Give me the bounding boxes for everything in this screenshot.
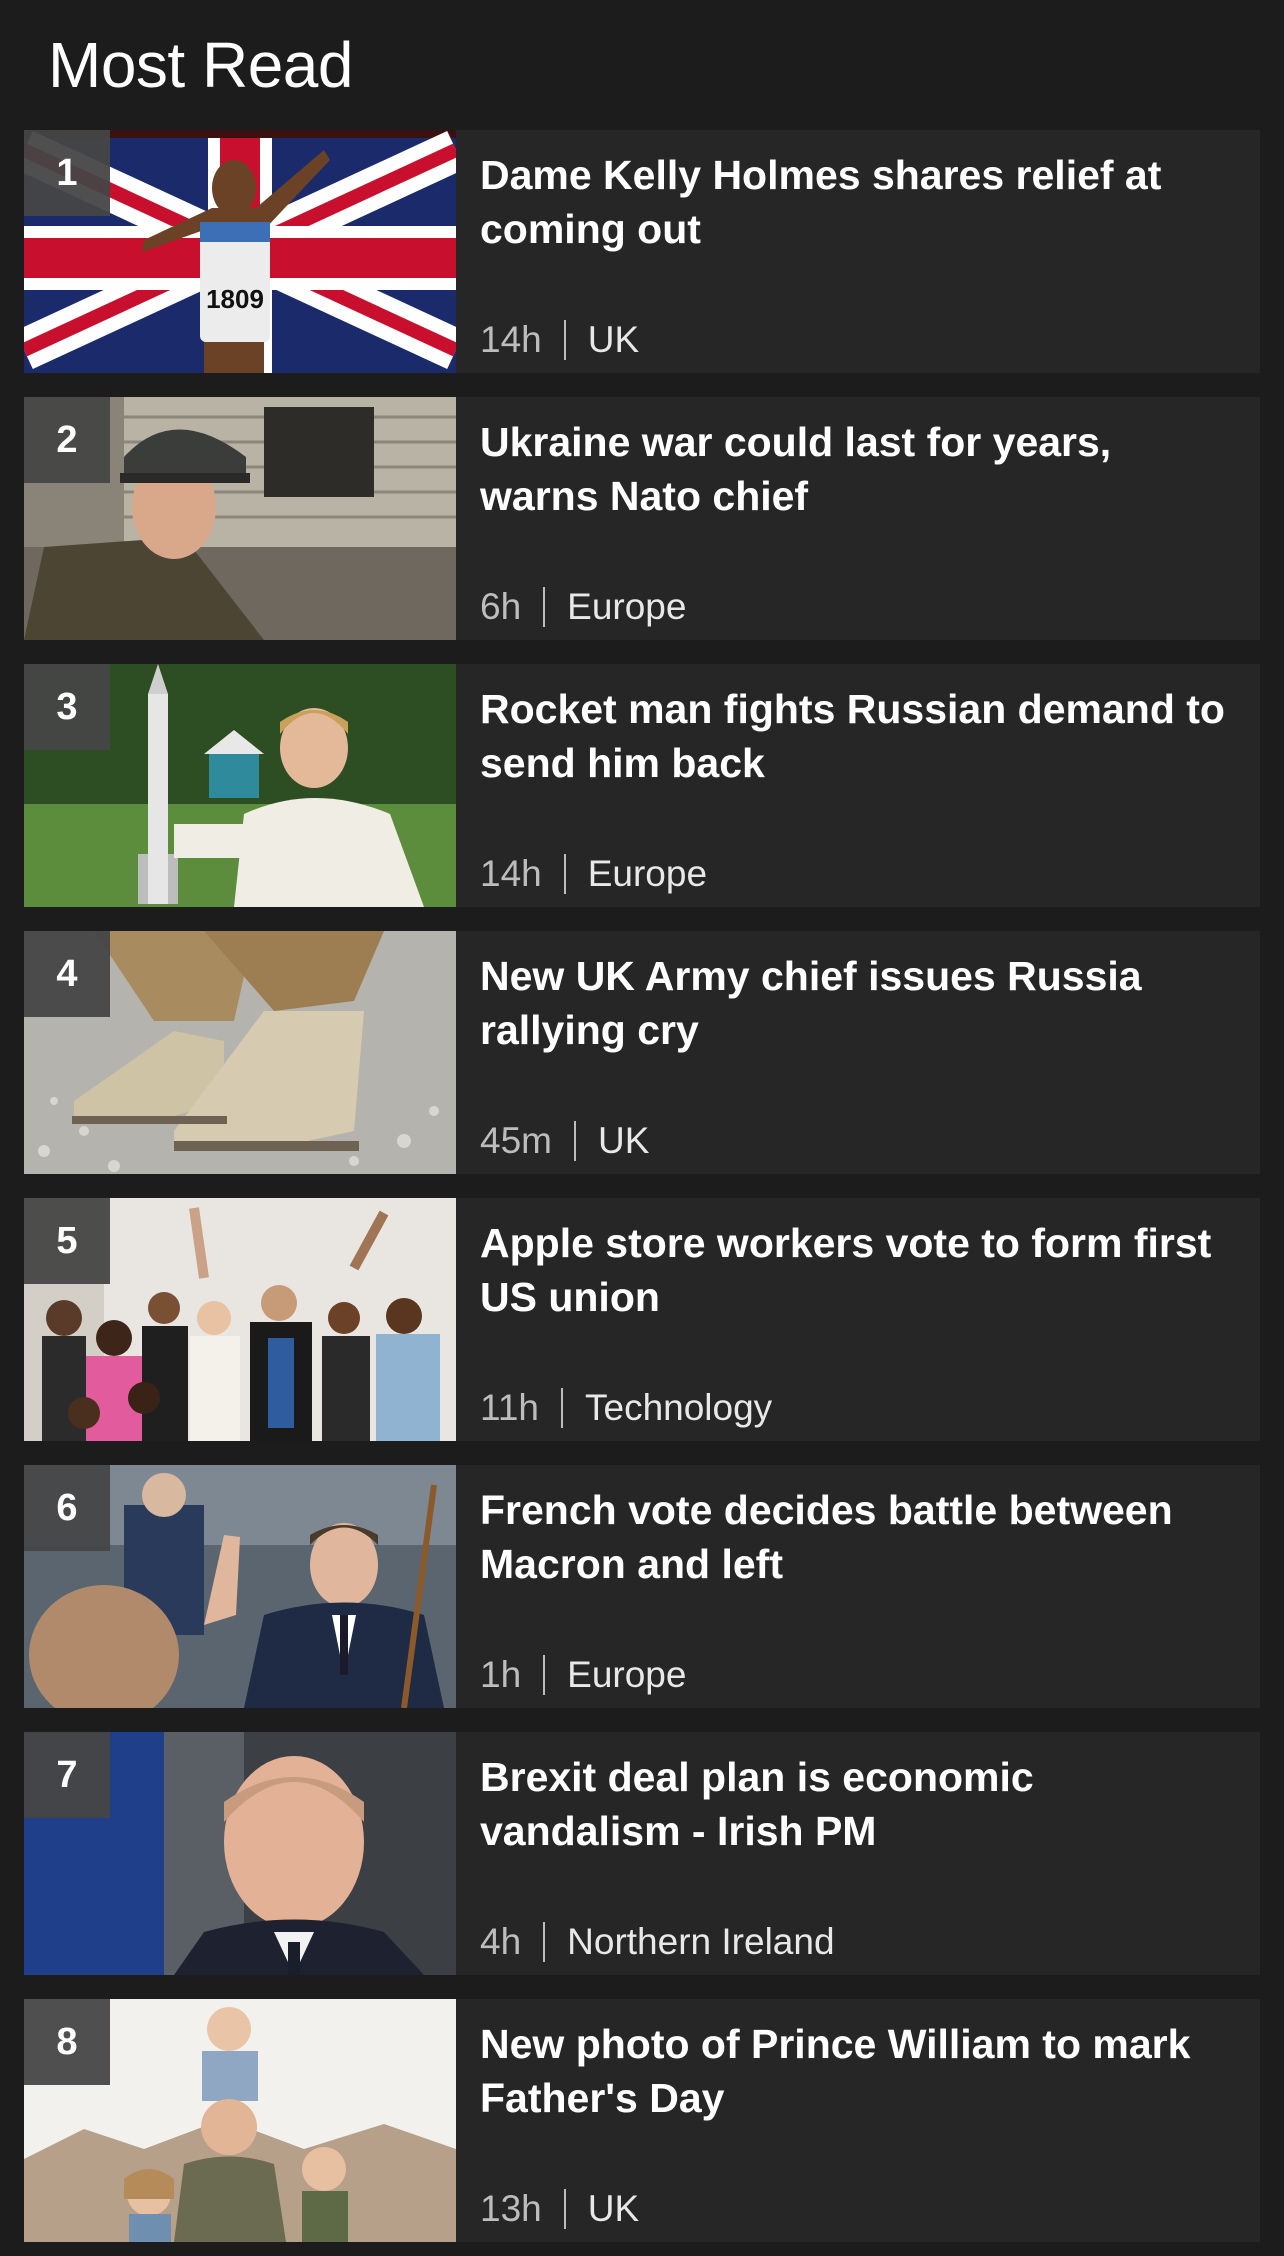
article-headline[interactable]: Rocket man fights Russian demand to send… bbox=[480, 682, 1240, 790]
article-time: 4h bbox=[480, 1921, 522, 1962]
meta-divider bbox=[563, 2189, 566, 2229]
article-card[interactable]: 3 Rocket man fights Russian demand to se… bbox=[24, 664, 1260, 907]
article-section-link[interactable]: Technology bbox=[585, 1387, 772, 1429]
article-time: 14h bbox=[480, 853, 542, 894]
article-thumbnail: 5 bbox=[24, 1198, 456, 1441]
rank-badge: 7 bbox=[24, 1732, 110, 1818]
section-title: Most Read bbox=[48, 29, 353, 101]
rank-badge: 3 bbox=[24, 664, 110, 750]
rank-badge: 1 bbox=[24, 130, 110, 216]
article-meta: 45m UK bbox=[480, 1120, 1240, 1162]
article-headline[interactable]: Apple store workers vote to form first U… bbox=[480, 1216, 1240, 1324]
article-body: Rocket man fights Russian demand to send… bbox=[456, 664, 1260, 907]
article-meta: 4h Northern Ireland bbox=[480, 1921, 1240, 1963]
article-card[interactable]: 1809 1 Dame Kelly Holmes shares relief a… bbox=[24, 130, 1260, 373]
article-time: 1h bbox=[480, 1654, 522, 1695]
article-list: 1809 1 Dame Kelly Holmes shares relief a… bbox=[24, 130, 1260, 2242]
meta-divider bbox=[573, 1121, 576, 1161]
article-thumbnail: 2 bbox=[24, 397, 456, 640]
article-time: 6h bbox=[480, 586, 522, 627]
article-meta: 14h Europe bbox=[480, 853, 1240, 895]
meta-divider bbox=[543, 1655, 546, 1695]
meta-divider bbox=[561, 1388, 563, 1428]
article-time: 11h bbox=[480, 1387, 539, 1428]
meta-divider bbox=[543, 587, 546, 627]
article-headline[interactable]: Brexit deal plan is economic vandalism -… bbox=[480, 1750, 1240, 1858]
rank-badge: 2 bbox=[24, 397, 110, 483]
svg-text:1809: 1809 bbox=[206, 284, 264, 314]
article-section-link[interactable]: Northern Ireland bbox=[567, 1921, 834, 1963]
article-card[interactable]: 4 New UK Army chief issues Russia rallyi… bbox=[24, 931, 1260, 1174]
article-body: Dame Kelly Holmes shares relief at comin… bbox=[456, 130, 1260, 373]
article-thumbnail: 8 bbox=[24, 1999, 456, 2242]
article-card[interactable]: 6 French vote decides battle between Mac… bbox=[24, 1465, 1260, 1708]
article-headline[interactable]: Dame Kelly Holmes shares relief at comin… bbox=[480, 148, 1240, 256]
article-thumbnail: 4 bbox=[24, 931, 456, 1174]
article-thumbnail: 3 bbox=[24, 664, 456, 907]
article-section-link[interactable]: UK bbox=[598, 1120, 649, 1162]
article-headline[interactable]: Ukraine war could last for years, warns … bbox=[480, 415, 1240, 523]
article-card[interactable]: 8 New photo of Prince William to mark Fa… bbox=[24, 1999, 1260, 2242]
article-section-link[interactable]: UK bbox=[588, 319, 639, 361]
article-section-link[interactable]: UK bbox=[588, 2188, 639, 2230]
article-headline[interactable]: New UK Army chief issues Russia rallying… bbox=[480, 949, 1240, 1057]
rank-badge: 6 bbox=[24, 1465, 110, 1551]
rank-badge: 8 bbox=[24, 1999, 110, 2085]
article-time: 13h bbox=[480, 2188, 542, 2229]
article-card[interactable]: 2 Ukraine war could last for years, warn… bbox=[24, 397, 1260, 640]
article-meta: 13h UK bbox=[480, 2188, 1240, 2230]
article-thumbnail: 6 bbox=[24, 1465, 456, 1708]
article-card[interactable]: 5 Apple store workers vote to form first… bbox=[24, 1198, 1260, 1441]
article-time: 45m bbox=[480, 1120, 552, 1161]
article-body: New photo of Prince William to mark Fath… bbox=[456, 1999, 1260, 2242]
article-body: New UK Army chief issues Russia rallying… bbox=[456, 931, 1260, 1174]
meta-divider bbox=[543, 1922, 546, 1962]
article-body: Apple store workers vote to form first U… bbox=[456, 1198, 1260, 1441]
article-section-link[interactable]: Europe bbox=[588, 853, 707, 895]
article-body: Brexit deal plan is economic vandalism -… bbox=[456, 1732, 1260, 1975]
article-meta: 11h Technology bbox=[480, 1387, 1240, 1429]
article-thumbnail: 7 bbox=[24, 1732, 456, 1975]
article-time: 14h bbox=[480, 319, 542, 360]
article-body: Ukraine war could last for years, warns … bbox=[456, 397, 1260, 640]
article-headline[interactable]: New photo of Prince William to mark Fath… bbox=[480, 2017, 1240, 2125]
article-meta: 6h Europe bbox=[480, 586, 1240, 628]
article-body: French vote decides battle between Macro… bbox=[456, 1465, 1260, 1708]
most-read-page: Most Read 1809 1 Dame Kelly Holmes share… bbox=[0, 0, 1284, 2256]
article-headline[interactable]: French vote decides battle between Macro… bbox=[480, 1483, 1240, 1591]
rank-badge: 4 bbox=[24, 931, 110, 1017]
article-thumbnail: 1809 1 bbox=[24, 130, 456, 373]
rank-badge: 5 bbox=[24, 1198, 110, 1284]
meta-divider bbox=[563, 320, 566, 360]
article-section-link[interactable]: Europe bbox=[567, 586, 686, 628]
article-meta: 1h Europe bbox=[480, 1654, 1240, 1696]
article-meta: 14h UK bbox=[480, 319, 1240, 361]
meta-divider bbox=[563, 854, 566, 894]
article-section-link[interactable]: Europe bbox=[567, 1654, 686, 1696]
article-card[interactable]: 7 Brexit deal plan is economic vandalism… bbox=[24, 1732, 1260, 1975]
